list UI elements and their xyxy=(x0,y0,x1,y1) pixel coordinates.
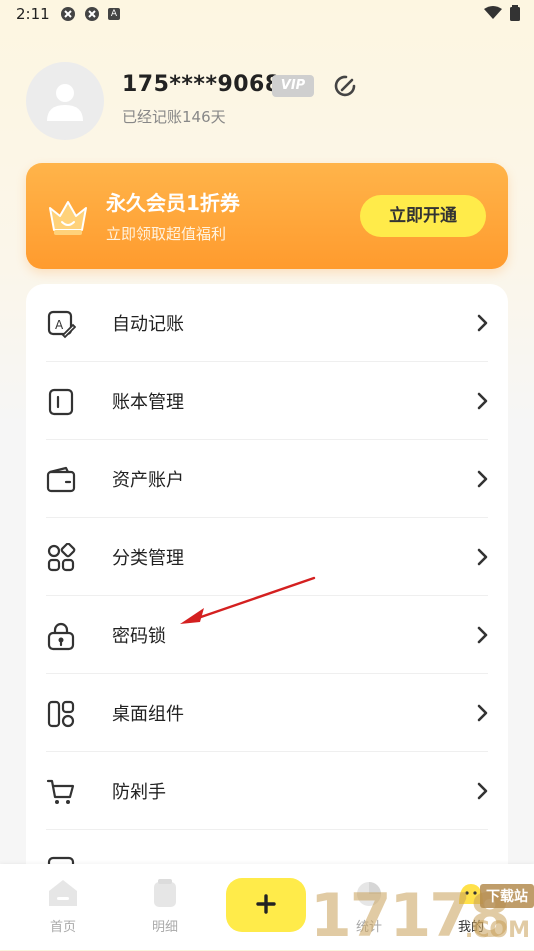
menu-item-label: 资产账户 xyxy=(112,470,184,491)
cart-icon xyxy=(46,779,75,804)
menu-item-label: 分类管理 xyxy=(112,548,184,569)
watermark-domain: .COM xyxy=(464,918,530,943)
nav-detail[interactable]: 明细 xyxy=(130,878,200,935)
svg-text:A: A xyxy=(55,318,64,332)
edit-profile-icon[interactable] xyxy=(332,72,360,100)
profile-header: 175****9068 VIP 已经记账146天 xyxy=(26,62,506,142)
menu-item-label: 防剁手 xyxy=(112,782,166,803)
status-bar: 2:11 A xyxy=(0,0,534,28)
chevron-right-icon xyxy=(477,704,488,722)
menu-item-anti-impulse[interactable]: 防剁手 xyxy=(26,752,508,830)
chevron-right-icon xyxy=(477,548,488,566)
menu-item-label: 密码锁 xyxy=(112,626,166,647)
status-system-icons xyxy=(484,5,520,21)
widget-icon xyxy=(47,700,75,728)
detail-icon xyxy=(154,879,176,907)
annotation-arrow xyxy=(180,576,316,624)
avatar[interactable] xyxy=(26,62,104,140)
status-notification-icons: A xyxy=(60,6,120,22)
promo-title: 永久会员1折券 xyxy=(106,191,240,215)
wallet-icon xyxy=(46,466,76,493)
promo-subtitle: 立即领取超值福利 xyxy=(106,225,227,243)
vip-badge: VIP xyxy=(272,75,314,97)
record-days-text: 已经记账146天 xyxy=(122,108,226,126)
chevron-right-icon xyxy=(477,470,488,488)
battery-icon xyxy=(510,5,520,21)
notification-letter-icon: A xyxy=(108,8,120,20)
chevron-right-icon xyxy=(477,782,488,800)
ledger-icon xyxy=(48,388,74,416)
activate-now-button[interactable]: 立即开通 xyxy=(360,195,486,237)
menu-item-label: 桌面组件 xyxy=(112,704,184,725)
chevron-right-icon xyxy=(477,392,488,410)
crown-icon xyxy=(49,201,87,235)
chevron-right-icon xyxy=(477,314,488,332)
menu-item-widget[interactable]: 桌面组件 xyxy=(26,674,508,752)
app-notification-icon xyxy=(85,7,99,21)
home-icon xyxy=(49,880,77,906)
auto-record-icon: A xyxy=(47,310,76,339)
category-icon xyxy=(47,543,76,572)
wifi-icon xyxy=(484,6,502,19)
nav-label: 首页 xyxy=(49,920,76,935)
app-notification-icon xyxy=(61,7,75,21)
site-watermark: 17178 下载站 .COM xyxy=(310,880,534,950)
menu-item-asset-account[interactable]: 资产账户 xyxy=(26,440,508,518)
membership-promo-banner[interactable]: 永久会员1折券 立即领取超值福利 立即开通 xyxy=(26,163,508,269)
menu-item-label: 自动记账 xyxy=(112,314,184,335)
chevron-right-icon xyxy=(477,626,488,644)
plus-icon xyxy=(256,893,276,914)
nav-label: 明细 xyxy=(151,920,178,935)
status-time: 2:11 xyxy=(16,5,50,23)
add-record-button[interactable] xyxy=(226,878,306,932)
menu-item-label: 账本管理 xyxy=(112,392,184,413)
menu-item-ledger[interactable]: 账本管理 xyxy=(26,362,508,440)
nav-home[interactable]: 首页 xyxy=(28,878,98,935)
lock-icon xyxy=(47,622,75,651)
menu-item-auto-record[interactable]: A 自动记账 xyxy=(26,284,508,362)
user-placeholder-icon xyxy=(47,84,83,121)
watermark-site-name: 下载站 xyxy=(480,884,534,908)
user-phone: 175****9068 xyxy=(122,72,281,97)
